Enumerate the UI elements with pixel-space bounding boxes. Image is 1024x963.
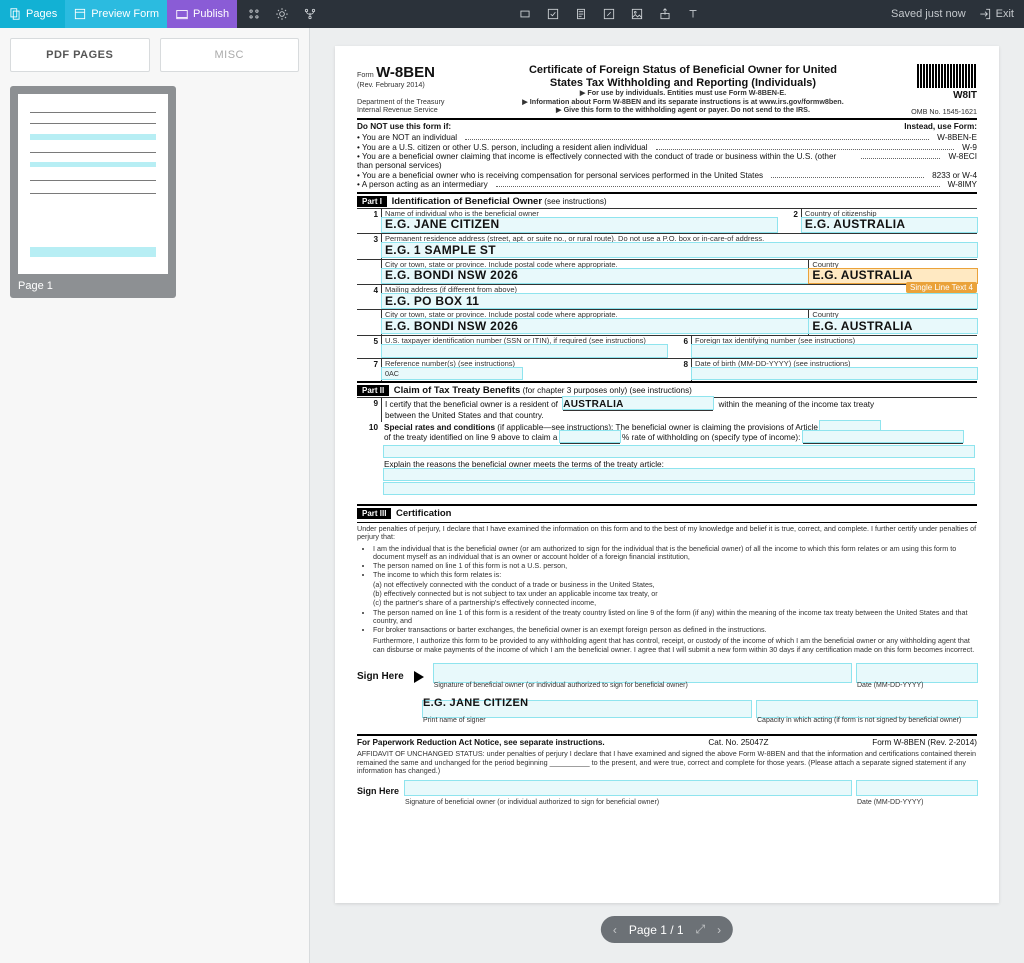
foot-right: Form W-8BEN (Rev. 2-2014): [872, 738, 977, 747]
field-citizenship-value: E.G. AUSTRALIA: [805, 218, 974, 232]
tab-misc[interactable]: MISC: [160, 38, 300, 72]
topbar: Pages Preview Form Publish Saved just no…: [0, 0, 1024, 28]
field-date[interactable]: [857, 664, 977, 682]
field-explain-2[interactable]: [384, 483, 974, 494]
part3-bar: Part III: [357, 508, 391, 519]
cert-intro: Under penalties of perjury, I declare th…: [357, 525, 977, 542]
pages-icon: [8, 7, 22, 21]
form-irs: Internal Revenue Service: [357, 106, 467, 114]
form-word: Form: [357, 70, 374, 79]
pages-button[interactable]: Pages: [0, 0, 65, 28]
field-income-type[interactable]: [803, 431, 963, 442]
tool-group-left: [237, 0, 327, 28]
form-icon[interactable]: [574, 7, 588, 21]
field-article[interactable]: [820, 421, 880, 432]
pager: ‹ Page 1 / 1 ⤢ ›: [601, 916, 733, 943]
app-body: PDF PAGES MISC Page 1 Form W-8BEN (Rev: [0, 28, 1024, 963]
pages-label: Pages: [26, 8, 57, 20]
field-explain-1[interactable]: [384, 469, 974, 480]
upload-icon[interactable]: [658, 7, 672, 21]
next-page-button[interactable]: ›: [717, 923, 721, 937]
cert-tail: Furthermore, I authorize this form to be…: [373, 637, 977, 654]
title-line-1: Certificate of Foreign Status of Benefic…: [477, 64, 889, 77]
checkbox-icon[interactable]: [546, 7, 560, 21]
topbar-right: Saved just now Exit: [891, 0, 1024, 28]
tab-pdf-pages[interactable]: PDF PAGES: [10, 38, 150, 72]
field-dob[interactable]: [692, 368, 977, 379]
form-code: W-8BEN: [376, 64, 435, 81]
instead-label: Instead, use Form:: [904, 122, 977, 131]
canvas[interactable]: Form W-8BEN (Rev. February 2014) Departm…: [310, 28, 1024, 963]
exit-label: Exit: [996, 8, 1014, 20]
prev-page-button[interactable]: ‹: [613, 923, 617, 937]
exit-button[interactable]: Exit: [978, 7, 1014, 21]
expand-button[interactable]: ⤢: [696, 922, 706, 937]
publish-label: Publish: [193, 8, 229, 20]
rectangle-icon[interactable]: [518, 7, 532, 21]
field-capacity[interactable]: [757, 701, 977, 717]
omb: OMB No. 1545-1621: [899, 108, 977, 116]
tool-group-center: [327, 0, 891, 28]
sign-here-1: Sign Here: [357, 671, 404, 683]
form-rev: (Rev. February 2014): [357, 81, 467, 89]
pager-text: Page 1 / 1: [629, 923, 684, 937]
foot-mid: Cat. No. 25047Z: [708, 738, 768, 747]
sign-here-2: Sign Here: [357, 786, 399, 796]
field-name-value: E.G. JANE CITIZEN: [385, 218, 774, 232]
subtitle-3: ▶ Give this form to the withholding agen…: [477, 106, 889, 114]
page-thumbnail[interactable]: Page 1: [10, 86, 176, 298]
field-income-type-2[interactable]: [384, 446, 974, 457]
field-ssn[interactable]: [382, 345, 667, 357]
apps-icon[interactable]: [247, 7, 261, 21]
flow-icon[interactable]: [303, 7, 317, 21]
affidavit: AFFIDAVIT OF UNCHANGED STATUS: under pen…: [357, 750, 977, 775]
field-ftin[interactable]: [692, 345, 977, 357]
exit-icon: [978, 7, 992, 21]
foot-left: For Paperwork Reduction Act Notice, see …: [357, 738, 605, 747]
sidebar-tabs: PDF PAGES MISC: [10, 38, 299, 72]
preview-icon: [73, 7, 87, 21]
image-icon[interactable]: [630, 7, 644, 21]
field-rate[interactable]: [560, 431, 620, 442]
preview-button[interactable]: Preview Form: [65, 0, 167, 28]
edit-icon[interactable]: [602, 7, 616, 21]
field-signature[interactable]: [434, 664, 851, 682]
text-icon[interactable]: [686, 7, 700, 21]
field-date-2[interactable]: [857, 781, 977, 795]
document: Form W-8BEN (Rev. February 2014) Departm…: [335, 46, 999, 903]
barcode-icon: [917, 64, 977, 88]
thumbnail-label: Page 1: [18, 274, 168, 292]
thumbnail-preview: [18, 94, 168, 274]
publish-button[interactable]: Publish: [167, 0, 237, 28]
saved-status: Saved just now: [891, 8, 966, 20]
cert-list: I am the individual that is the benefici…: [373, 545, 977, 635]
donot-label: Do NOT use this form if:: [357, 122, 451, 131]
use-list: • You are NOT an individualW-8BEN-E • Yo…: [357, 133, 977, 190]
part1-bar: Part I: [357, 196, 387, 207]
preview-label: Preview Form: [91, 8, 159, 20]
part2-bar: Part II: [357, 385, 389, 396]
gear-icon[interactable]: [275, 7, 289, 21]
w8it: W8IT: [899, 90, 977, 102]
sidebar: PDF PAGES MISC Page 1: [0, 28, 310, 963]
field-signature-2[interactable]: [405, 781, 851, 795]
arrow-icon: [414, 671, 424, 683]
publish-icon: [175, 7, 189, 21]
